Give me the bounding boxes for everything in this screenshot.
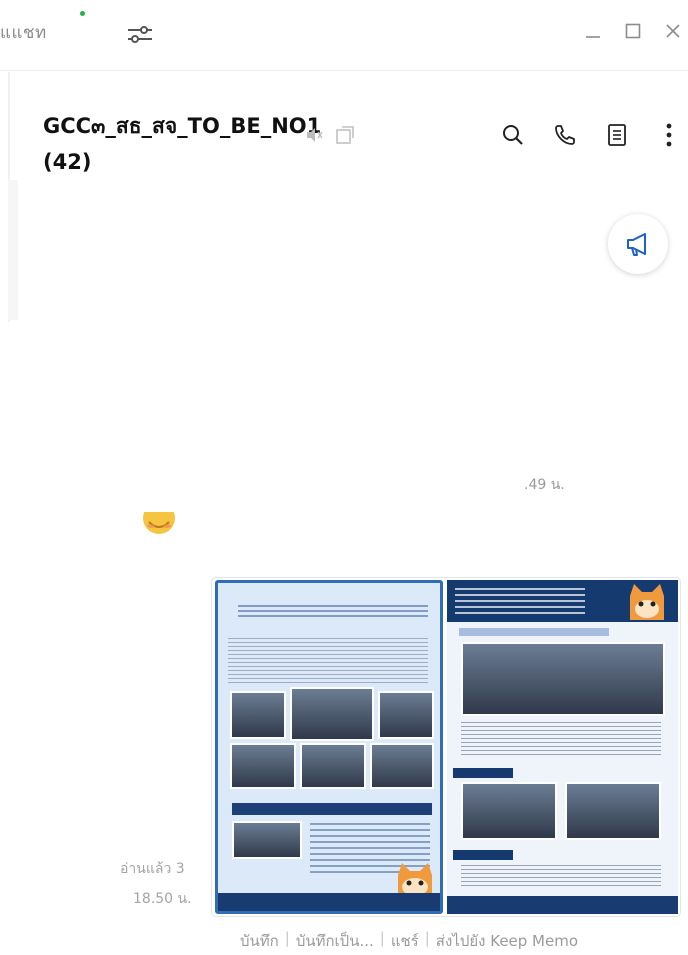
external-window-icon[interactable] xyxy=(333,123,357,147)
save-link[interactable]: บันทึก xyxy=(240,929,279,953)
message-timestamp: .49 น. xyxy=(524,477,565,493)
action-separator: | xyxy=(284,929,290,947)
online-status-dot xyxy=(80,11,85,16)
poster-photo xyxy=(565,782,661,840)
poster-section-label xyxy=(453,768,513,778)
poster-footer xyxy=(447,896,678,914)
maximize-icon xyxy=(625,23,641,39)
poster-photo xyxy=(370,743,434,789)
poster-left-panel xyxy=(215,580,443,914)
chat-list-title[interactable]: แแชท xyxy=(0,19,47,46)
poster-date-strip xyxy=(459,628,609,636)
megaphone-icon xyxy=(627,233,646,256)
announcement-button[interactable] xyxy=(608,214,668,274)
poster-photo xyxy=(230,743,296,789)
more-icon xyxy=(666,123,672,147)
call-button[interactable] xyxy=(547,115,583,155)
chat-title[interactable]: GCC๓_สธ_สจ_TO_BE_NO1 (42) xyxy=(43,108,321,180)
poster-right-bottom-text xyxy=(461,865,661,889)
poster-photo xyxy=(300,743,366,789)
poster-photo xyxy=(461,782,557,840)
image-actions: บันทึก | บันทึกเป็น... | แชร์ | ส่งไปยัง… xyxy=(240,929,578,953)
read-receipt: อ่านแล้ว 3 xyxy=(120,861,185,877)
image-timestamp: 18.50 น. xyxy=(133,891,192,907)
poster-photo xyxy=(378,691,434,739)
poster-photo xyxy=(232,821,302,859)
save-as-link[interactable]: บันทึกเป็น... xyxy=(296,929,374,953)
chat-header-actions xyxy=(495,115,687,155)
close-icon xyxy=(666,24,680,38)
poster-subheading xyxy=(238,605,428,619)
window-controls xyxy=(578,16,688,46)
phone-icon xyxy=(555,125,575,145)
minimize-icon xyxy=(586,36,600,38)
poster-body-text xyxy=(228,638,428,684)
poster-right-panel xyxy=(447,580,678,914)
keep-memo-link[interactable]: ส่งไปยัง Keep Memo xyxy=(436,929,578,953)
poster-right-header xyxy=(447,580,678,622)
search-button[interactable] xyxy=(495,115,531,155)
poster-photo xyxy=(461,642,665,716)
search-icon xyxy=(503,125,523,145)
image-message[interactable] xyxy=(212,578,680,916)
close-button[interactable] xyxy=(658,16,688,46)
poster-photo xyxy=(290,687,374,741)
action-separator: | xyxy=(379,929,385,947)
maximize-button[interactable] xyxy=(618,16,648,46)
poster-right-text xyxy=(461,722,661,758)
poster-banner xyxy=(232,803,432,815)
poster-footer xyxy=(218,893,440,911)
more-button[interactable] xyxy=(651,115,687,155)
poster-right-heading xyxy=(455,588,585,614)
mascot-cat-icon xyxy=(630,584,664,620)
poster-photo xyxy=(230,691,286,739)
poster-section-label xyxy=(453,850,513,860)
chat-window: แแชท GCC๓_สธ_สจ_TO_BE_NO1 (42) .49 น. อ่… xyxy=(0,0,688,955)
notes-button[interactable] xyxy=(599,115,635,155)
action-separator: | xyxy=(424,929,430,947)
emoji-sticker[interactable] xyxy=(142,512,176,538)
sidebar-scrollbar[interactable] xyxy=(8,180,18,320)
share-link[interactable]: แชร์ xyxy=(391,929,419,953)
minimize-button[interactable] xyxy=(578,16,608,46)
filter-settings-icon[interactable] xyxy=(125,24,155,46)
notes-icon xyxy=(608,124,626,146)
mute-icon xyxy=(304,125,324,145)
window-topbar: แแชท xyxy=(0,0,688,71)
